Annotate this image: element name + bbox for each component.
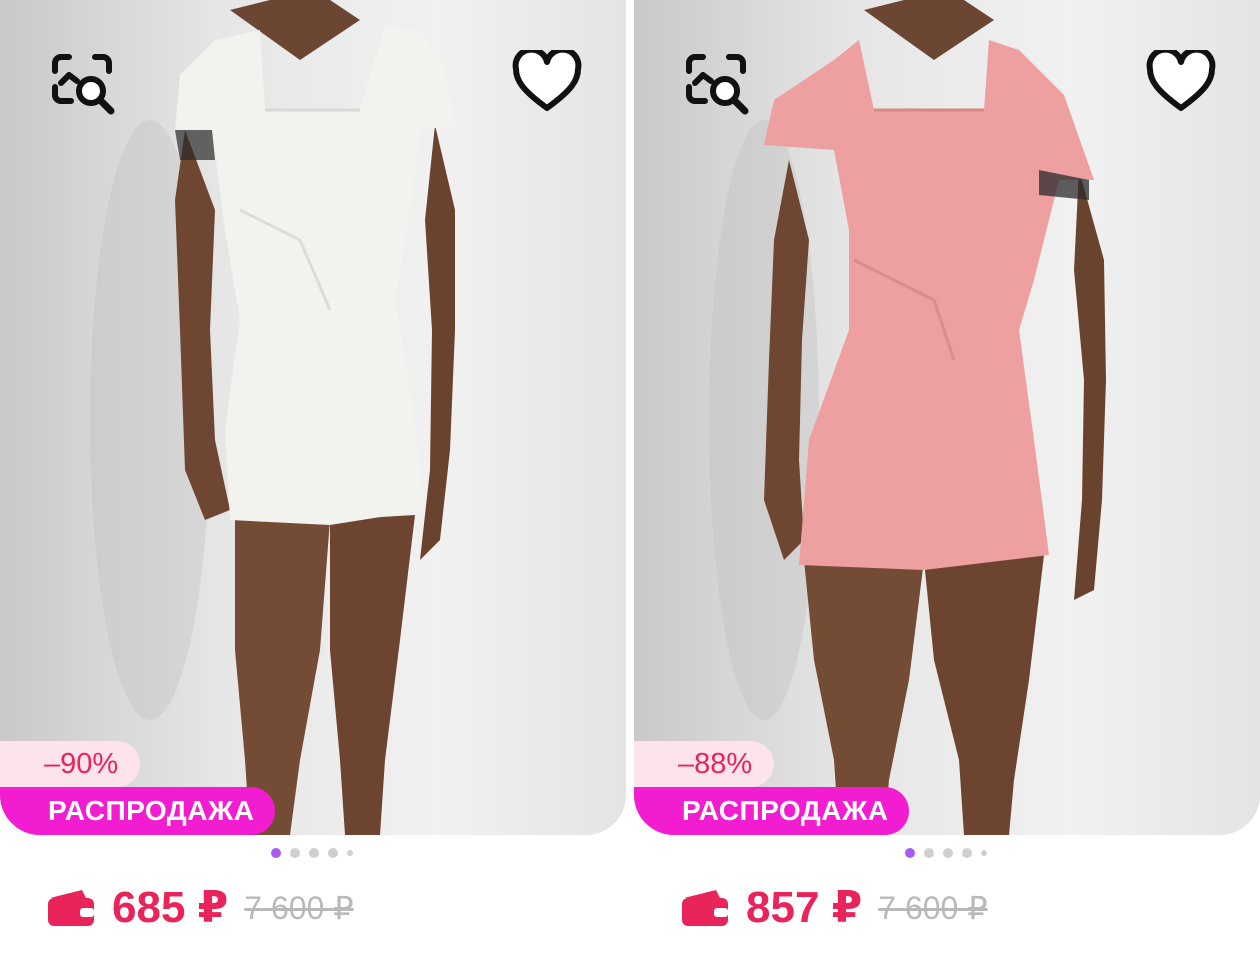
price-row: 685 ₽ 7 600 ₽ [46,878,354,938]
image-search-button[interactable] [40,40,124,124]
heart-icon [1146,50,1216,111]
wallet-icon [682,890,728,926]
carousel-dot[interactable] [290,848,300,858]
carousel-dots [905,848,987,858]
old-price: 7 600 ₽ [244,890,354,926]
carousel-dot[interactable] [924,848,934,858]
price-row: 857 ₽ 7 600 ₽ [680,878,988,938]
carousel-dot[interactable] [962,848,972,858]
sale-badge: РАСПРОДАЖА [634,787,909,835]
wallet-icon [48,890,94,926]
carousel-dot[interactable] [328,848,338,858]
image-search-button[interactable] [674,40,758,124]
favorite-button[interactable] [505,40,589,124]
sale-badge: РАСПРОДАЖА [0,787,275,835]
discount-badge: –90% [0,741,141,787]
product-photo[interactable]: –88% РАСПРОДАЖА [634,0,1260,835]
current-price: 685 ₽ [112,883,229,932]
dress-model-image [709,0,1106,835]
carousel-dots [271,848,353,858]
carousel-dot[interactable] [271,848,281,858]
carousel-dot[interactable] [309,848,319,858]
old-price: 7 600 ₽ [878,890,988,926]
discount-badge: –88% [634,741,775,787]
product-card[interactable]: –88% РАСПРОДАЖА 857 ₽ 7 600 ₽ [634,0,1260,963]
carousel-dot[interactable] [347,850,353,856]
current-price: 857 ₽ [746,883,863,932]
image-search-icon [52,54,115,115]
dress-model-image [90,0,455,835]
product-photo[interactable]: –90% РАСПРОДАЖА [0,0,626,835]
product-card[interactable]: –90% РАСПРОДАЖА 685 ₽ 7 600 ₽ [0,0,626,963]
favorite-button[interactable] [1139,40,1223,124]
image-search-icon [686,54,749,115]
carousel-dot[interactable] [905,848,915,858]
carousel-dot[interactable] [981,850,987,856]
heart-icon [512,50,582,111]
carousel-dot[interactable] [943,848,953,858]
